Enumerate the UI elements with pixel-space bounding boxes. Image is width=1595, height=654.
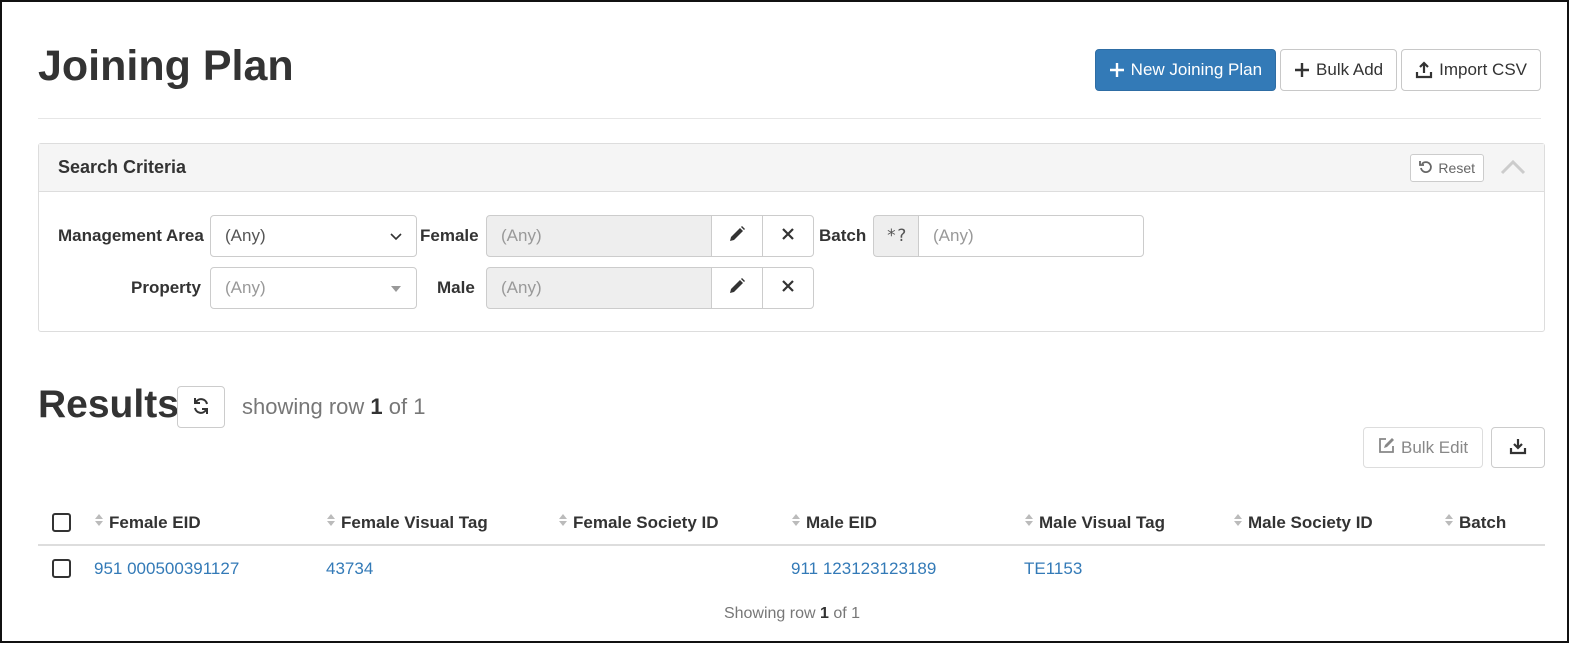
column-label: Male Society ID <box>1248 512 1373 532</box>
select-all-checkbox[interactable] <box>52 513 71 532</box>
female-eid-link[interactable]: 951 000500391127 <box>94 559 239 579</box>
male-visual-tag-link[interactable]: TE1153 <box>1024 559 1082 579</box>
pencil-icon <box>728 225 746 248</box>
import-csv-button[interactable]: Import CSV <box>1401 49 1541 91</box>
results-footer: Showing row 1 of 1 <box>2 605 1582 623</box>
female-label: Female <box>420 226 479 245</box>
refresh-icon <box>192 397 210 418</box>
download-button[interactable] <box>1491 427 1545 468</box>
column-batch[interactable]: Batch <box>1444 512 1506 533</box>
female-visual-tag-link[interactable]: 43734 <box>326 559 373 579</box>
column-label: Male Visual Tag <box>1039 512 1165 532</box>
chevron-down-icon <box>390 226 402 246</box>
male-clear-button[interactable] <box>762 267 814 309</box>
results-footer-total: of 1 <box>828 605 861 622</box>
refresh-button[interactable] <box>177 386 225 428</box>
reset-label: Reset <box>1438 160 1475 176</box>
property-label: Property <box>131 278 201 297</box>
bulk-add-button[interactable]: Bulk Add <box>1280 49 1398 91</box>
sort-icon <box>558 512 568 533</box>
results-count-total: of 1 <box>382 394 426 419</box>
column-male-society-id[interactable]: Male Society ID <box>1233 512 1373 533</box>
column-label: Batch <box>1459 512 1507 532</box>
search-criteria-header[interactable]: Search Criteria Reset <box>39 144 1544 192</box>
property-value: (Any) <box>225 278 266 297</box>
close-icon <box>781 227 795 246</box>
row-checkbox[interactable] <box>52 559 71 578</box>
management-area-value: (Any) <box>225 226 266 245</box>
column-female-eid[interactable]: Female EID <box>94 512 201 533</box>
female-clear-button[interactable] <box>762 215 814 257</box>
reset-button[interactable]: Reset <box>1410 154 1484 182</box>
male-field[interactable]: (Any) <box>486 267 713 309</box>
column-male-visual-tag[interactable]: Male Visual Tag <box>1024 512 1165 533</box>
results-count-prefix: showing row <box>242 394 371 419</box>
female-edit-button[interactable] <box>711 215 763 257</box>
column-label: Male EID <box>806 512 877 532</box>
app-frame: Joining Plan New Joining Plan Bulk Add I… <box>0 0 1569 643</box>
bulk-add-label: Bulk Add <box>1316 60 1384 79</box>
management-area-select[interactable]: (Any) <box>210 215 417 257</box>
search-criteria-title: Search Criteria <box>58 157 187 177</box>
female-value: (Any) <box>501 226 542 245</box>
bulk-edit-label: Bulk Edit <box>1401 437 1469 457</box>
male-eid-link[interactable]: 911 123123123189 <box>791 559 936 579</box>
plus-icon <box>1109 62 1125 78</box>
column-label: Female Society ID <box>573 512 719 532</box>
page-title: Joining Plan <box>38 42 294 90</box>
bulk-edit-button[interactable]: Bulk Edit <box>1363 427 1484 468</box>
chevron-up-icon[interactable] <box>1500 156 1526 180</box>
batch-label: Batch <box>819 226 867 245</box>
male-label: Male <box>437 278 475 297</box>
sort-icon <box>326 512 336 533</box>
sort-icon <box>1024 512 1034 533</box>
header-divider <box>38 118 1541 119</box>
undo-icon <box>1419 160 1433 177</box>
female-field[interactable]: (Any) <box>486 215 713 257</box>
results-footer-prefix: Showing row <box>723 605 820 622</box>
caret-down-icon <box>390 278 402 298</box>
close-icon <box>781 279 795 298</box>
download-icon <box>1509 437 1527 458</box>
plus-icon <box>1294 62 1310 78</box>
search-criteria-panel: Search Criteria Reset Management Area (A… <box>38 143 1545 332</box>
column-female-visual-tag[interactable]: Female Visual Tag <box>326 512 488 533</box>
sort-icon <box>1444 512 1454 533</box>
results-table-header: Female EID Female Visual Tag Female Soci… <box>38 500 1545 546</box>
sort-icon <box>791 512 801 533</box>
property-select[interactable]: (Any) <box>210 267 417 309</box>
new-joining-plan-label: New Joining Plan <box>1130 60 1263 79</box>
column-label: Female Visual Tag <box>341 512 488 532</box>
table-row: 951 000500391127 43734 911 123123123189 … <box>38 548 1545 590</box>
batch-input[interactable]: (Any) <box>918 215 1144 257</box>
pencil-icon <box>728 277 746 300</box>
results-count-row: 1 <box>370 394 383 419</box>
results-footer-row: 1 <box>820 605 829 622</box>
import-csv-label: Import CSV <box>1439 60 1527 79</box>
male-edit-button[interactable] <box>711 267 763 309</box>
top-actions: New Joining Plan Bulk Add Import CSV <box>1094 49 1541 91</box>
results-count: showing row 1 of 1 <box>242 394 425 420</box>
results-title: Results <box>38 383 179 426</box>
batch-placeholder: (Any) <box>933 226 974 245</box>
sort-icon <box>94 512 104 533</box>
new-joining-plan-button[interactable]: New Joining Plan <box>1094 49 1277 91</box>
upload-icon <box>1415 61 1433 79</box>
sort-icon <box>1233 512 1243 533</box>
male-value: (Any) <box>501 278 542 297</box>
column-label: Female EID <box>109 512 201 532</box>
batch-wildcard-addon: *? <box>873 215 919 257</box>
column-male-eid[interactable]: Male EID <box>791 512 877 533</box>
column-female-society-id[interactable]: Female Society ID <box>558 512 719 533</box>
edit-icon <box>1378 437 1395 459</box>
management-area-label: Management Area <box>58 226 204 245</box>
